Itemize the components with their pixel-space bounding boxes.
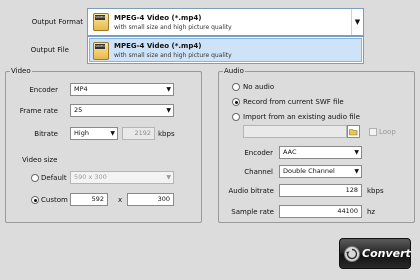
frame-rate-value: 25 (74, 106, 83, 114)
channel-select[interactable]: Double Channel ▼ (279, 165, 362, 178)
folder-open-icon (349, 128, 358, 135)
output-format-combo[interactable]: VIDEO MPEG-4 Video (*.mp4) with small si… (87, 8, 364, 36)
video-file-icon: VIDEO (93, 42, 109, 60)
no-audio-radio[interactable] (232, 83, 240, 91)
chevron-down-icon: ▼ (354, 18, 361, 26)
chevron-down-icon: ▼ (354, 149, 359, 156)
custom-height-input[interactable]: 300 (127, 193, 174, 206)
format-title: MPEG-4 Video (*.mp4) (114, 14, 202, 22)
browse-button[interactable] (347, 125, 360, 138)
record-swf-radio[interactable] (232, 98, 240, 106)
chevron-down-icon: ▼ (110, 130, 115, 137)
video-bitrate-value: High (74, 129, 89, 137)
no-audio-label: No audio (243, 83, 275, 91)
record-swf-label: Record from current SWF file (243, 98, 344, 106)
video-encoder-select[interactable]: MP4 ▼ (70, 83, 174, 96)
import-audio-label: Import from an existing audio file (243, 113, 360, 121)
audio-bitrate-input[interactable]: 128 (279, 184, 362, 197)
video-tag: VIDEO (95, 15, 105, 20)
channel-value: Double Channel (283, 167, 335, 175)
convert-button[interactable]: Convert (339, 238, 411, 269)
chevron-down-icon: ▼ (166, 86, 171, 93)
chevron-down-icon: ▼ (166, 174, 171, 181)
loop-label: Loop (379, 128, 396, 136)
custom-size-radio[interactable] (31, 196, 39, 204)
dropdown-item-title: MPEG-4 Video (*.mp4) (114, 42, 202, 50)
hz-unit: hz (367, 208, 376, 216)
video-encoder-label: Encoder (29, 86, 58, 94)
dropdown-item-subtitle: with small size and high picture quality (114, 52, 232, 59)
convert-label: Convert (362, 247, 411, 260)
loop-checkbox[interactable] (369, 128, 377, 136)
video-tag: VIDEO (95, 44, 105, 49)
custom-size-label: Custom (41, 196, 68, 204)
default-size-label: Default (41, 174, 67, 182)
channel-label: Channel (244, 168, 273, 176)
video-bitrate-select[interactable]: High ▼ (70, 127, 118, 140)
sample-rate-label: Sample rate (231, 208, 274, 216)
frame-rate-select[interactable]: 25 ▼ (70, 104, 174, 117)
default-size-select[interactable]: 590 x 300 ▼ (70, 171, 174, 184)
output-file-label: Output File (30, 46, 69, 54)
audio-kbps-unit: kbps (367, 187, 384, 195)
video-bitrate-label: Bitrate (34, 130, 58, 138)
video-encoder-value: MP4 (74, 85, 88, 93)
audio-group-title: Audio (223, 67, 245, 75)
chevron-down-icon: ▼ (354, 168, 359, 175)
audio-encoder-select[interactable]: AAC ▼ (279, 146, 362, 159)
dropdown-item[interactable]: VIDEO MPEG-4 Video (*.mp4) with small si… (89, 38, 362, 62)
audio-encoder-value: AAC (283, 148, 297, 156)
format-dropdown-list: VIDEO MPEG-4 Video (*.mp4) with small si… (87, 36, 364, 64)
format-subtitle: with small size and high picture quality (114, 24, 232, 31)
audio-encoder-label: Encoder (244, 149, 273, 157)
size-separator: x (118, 196, 123, 204)
video-size-label: Video size (22, 156, 58, 164)
video-kbps-unit: kbps (158, 130, 175, 138)
custom-width-input[interactable]: 592 (70, 193, 108, 206)
chevron-down-icon: ▼ (166, 107, 171, 114)
video-group-title: Video (10, 67, 32, 75)
format-dropdown-button[interactable]: ▼ (351, 9, 363, 35)
sample-rate-input[interactable]: 44100 (279, 205, 362, 218)
convert-icon (344, 246, 360, 262)
audio-file-path-input[interactable] (243, 125, 347, 138)
default-size-radio[interactable] (31, 174, 39, 182)
frame-rate-label: Frame rate (19, 107, 58, 115)
video-file-icon: VIDEO (93, 13, 109, 31)
import-audio-radio[interactable] (232, 113, 240, 121)
output-format-label: Output Format (31, 18, 83, 26)
default-size-value: 590 x 300 (74, 173, 107, 181)
video-bitrate-kbps-input[interactable]: 2192 (122, 127, 155, 140)
audio-bitrate-label: Audio bitrate (228, 187, 274, 195)
